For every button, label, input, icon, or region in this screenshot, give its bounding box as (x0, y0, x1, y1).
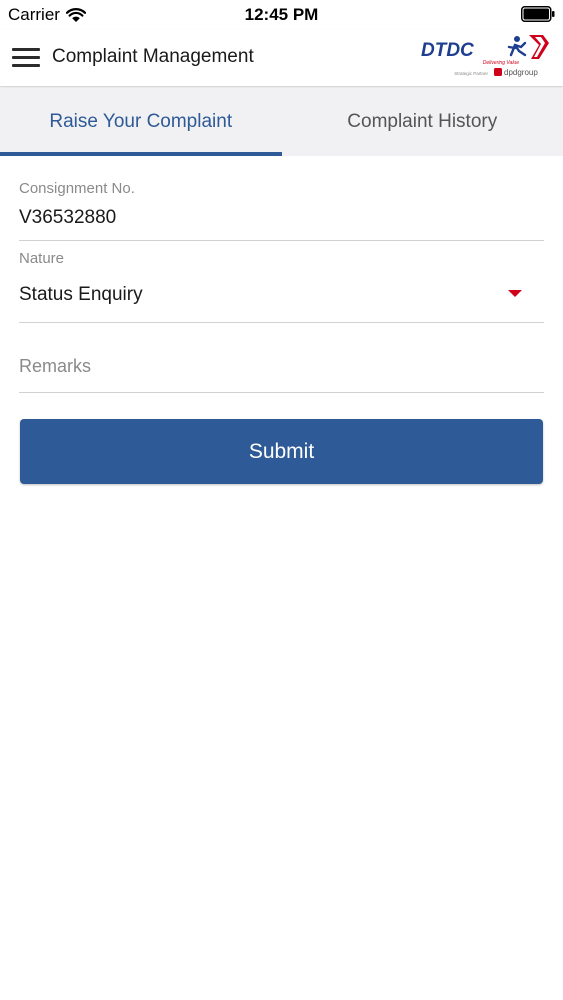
logo-brand-text: DTDC (421, 40, 474, 61)
dropdown-arrow-icon[interactable] (508, 290, 522, 297)
hamburger-menu-icon[interactable] (12, 46, 40, 68)
app-header: Complaint Management DTDC Delivering Val… (0, 30, 563, 87)
tab-complaint-history[interactable]: Complaint History (282, 88, 563, 156)
tab-raise-complaint[interactable]: Raise Your Complaint (0, 88, 282, 156)
logo-tagline: Delivering Value (483, 60, 519, 66)
logo-partner: dpdgroup (504, 68, 538, 77)
nature-value[interactable]: Status Enquiry (19, 284, 143, 306)
consignment-field[interactable]: Consignment No. V36532880 (19, 176, 544, 241)
consignment-label: Consignment No. (19, 180, 135, 197)
running-man-icon (507, 35, 549, 59)
consignment-value[interactable]: V36532880 (19, 207, 116, 229)
dpd-cube-icon (494, 68, 502, 76)
tab-bar: Raise Your Complaint Complaint History (0, 88, 563, 156)
nature-select[interactable]: Nature Status Enquiry (19, 246, 544, 323)
status-time: 12:45 PM (244, 5, 319, 24)
battery-icon (521, 6, 555, 22)
remarks-input[interactable] (19, 356, 544, 377)
logo-partner-prefix: Strategic Partner (454, 71, 488, 76)
status-bar: Carrier 12:45 PM (0, 0, 563, 30)
dtdc-logo: DTDC Delivering Value Strategic Partner … (421, 35, 549, 77)
submit-button[interactable]: Submit (20, 419, 543, 484)
remarks-field[interactable] (19, 346, 544, 393)
page-title: Complaint Management (52, 46, 254, 67)
nature-label: Nature (19, 250, 65, 267)
